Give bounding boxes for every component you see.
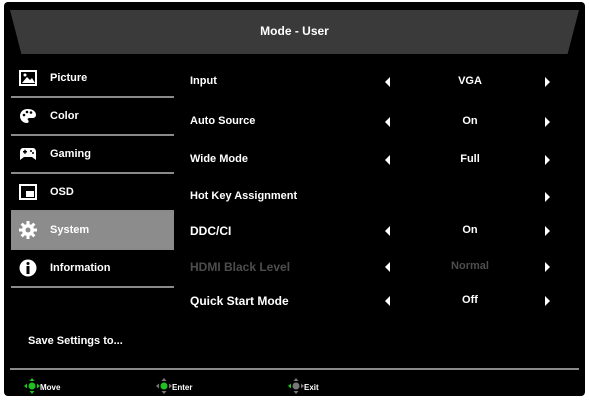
left-arrow-icon[interactable] <box>385 296 390 306</box>
sidebar-item-label: OSD <box>50 186 74 198</box>
osd-window: Mode - User Picture Color Gaming OSD Sys… <box>4 2 585 396</box>
setting-row-input[interactable]: Input VGA <box>190 72 570 92</box>
right-arrow-icon[interactable] <box>545 117 550 127</box>
footer-label: Move <box>40 383 61 392</box>
setting-row-hdmi-black-level: HDMI Black Level Normal <box>190 257 570 277</box>
info-icon <box>19 259 37 277</box>
setting-name: Auto Source <box>190 115 256 127</box>
setting-row-quick-start-mode[interactable]: Quick Start Mode Off <box>190 291 570 311</box>
sidebar-item-label: Information <box>50 262 111 274</box>
palette-icon <box>19 107 37 125</box>
move-joystick-icon <box>24 378 40 396</box>
sidebar-divider <box>11 286 174 288</box>
right-arrow-icon[interactable] <box>545 226 550 236</box>
mode-title: Mode - User <box>260 24 329 38</box>
footer-label: Exit <box>304 383 319 392</box>
setting-value: On <box>462 224 478 236</box>
gear-icon <box>19 221 37 239</box>
right-arrow-icon[interactable] <box>545 192 550 202</box>
sidebar-item-label: Picture <box>50 72 88 84</box>
footer-divider <box>10 368 579 370</box>
setting-name: DDC/CI <box>190 224 232 238</box>
setting-value: Full <box>460 153 480 165</box>
mode-header: Mode - User <box>10 10 579 54</box>
left-arrow-icon[interactable] <box>385 77 390 87</box>
sidebar-item-picture[interactable]: Picture <box>11 60 174 96</box>
right-arrow-icon[interactable] <box>545 296 550 306</box>
exit-joystick-icon <box>288 378 304 396</box>
sidebar-item-osd[interactable]: OSD <box>11 174 174 210</box>
setting-row-auto-source[interactable]: Auto Source On <box>190 112 570 132</box>
setting-value: Normal <box>451 260 489 272</box>
setting-row-wide-mode[interactable]: Wide Mode Full <box>190 150 570 170</box>
right-arrow-icon[interactable] <box>545 155 550 165</box>
right-arrow-icon[interactable] <box>545 77 550 87</box>
sidebar-item-label: Color <box>50 110 79 122</box>
setting-row-ddc-ci[interactable]: DDC/CI On <box>190 221 570 241</box>
sidebar-item-label: System <box>50 224 90 236</box>
left-arrow-icon <box>385 262 390 272</box>
gamepad-icon <box>19 145 37 163</box>
setting-value: Off <box>462 294 478 306</box>
setting-name: HDMI Black Level <box>190 260 291 274</box>
setting-row-hot-key-assignment[interactable]: Hot Key Assignment <box>190 187 570 207</box>
left-arrow-icon[interactable] <box>385 117 390 127</box>
setting-name: Wide Mode <box>190 153 248 165</box>
setting-name: Input <box>190 75 217 87</box>
sidebar-item-color[interactable]: Color <box>11 98 174 134</box>
right-arrow-icon <box>545 262 550 272</box>
setting-name: Hot Key Assignment <box>190 190 298 202</box>
sidebar-item-system[interactable]: System <box>11 212 174 248</box>
osd-window-icon <box>19 183 37 201</box>
setting-value: On <box>462 115 478 127</box>
picture-icon <box>19 69 37 87</box>
setting-value: VGA <box>458 75 482 87</box>
left-arrow-icon[interactable] <box>385 226 390 236</box>
sidebar-item-label: Gaming <box>50 148 91 160</box>
left-arrow-icon[interactable] <box>385 155 390 165</box>
sidebar-item-gaming[interactable]: Gaming <box>11 136 174 172</box>
footer-label: Enter <box>172 383 193 392</box>
setting-name: Quick Start Mode <box>190 294 289 308</box>
enter-joystick-icon <box>156 378 172 396</box>
save-settings-button[interactable]: Save Settings to... <box>28 335 123 347</box>
sidebar-item-information[interactable]: Information <box>11 250 174 286</box>
